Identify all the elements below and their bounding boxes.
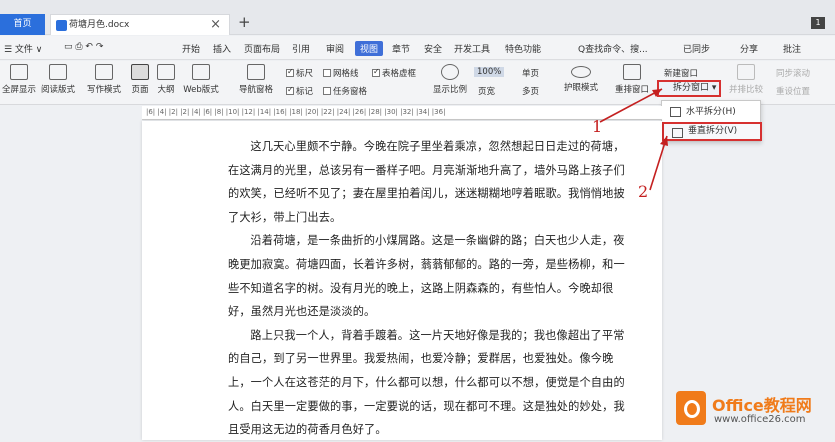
page-view-button[interactable]: 页面 — [128, 61, 152, 95]
brand-url: www.office26.com — [714, 414, 806, 425]
office26-logo: Office教程网 www.office26.com — [672, 387, 835, 437]
checkbox-icon — [323, 69, 331, 77]
horizontal-split-icon — [670, 107, 681, 117]
paragraph: 这几天心里颇不宁静。今晚在院子里坐着乘凉，忽然想起日日走过的荷塘，在这满月的光里… — [228, 140, 625, 224]
rearrange-icon — [623, 64, 641, 80]
share-button[interactable]: 分享 — [740, 42, 758, 55]
reading-layout-button[interactable]: 阅读版式 — [36, 61, 80, 95]
document-body[interactable]: 这几天心里颇不宁静。今晚在院子里坐着乘凉，忽然想起日日走过的荷塘，在这满月的光里… — [228, 135, 628, 442]
menu-file[interactable]: ☰ 文件 ∨ — [4, 42, 42, 55]
menu-review[interactable]: 审阅 — [326, 42, 344, 55]
menu-start[interactable]: 开始 — [182, 42, 200, 55]
comment-button[interactable]: 批注 — [783, 42, 801, 55]
split-window-button[interactable]: 拆分窗口 ▾ — [657, 80, 721, 97]
horizontal-split-option[interactable]: 水平拆分(H) — [662, 103, 762, 122]
gridline-checkbox[interactable]: 网格线 — [323, 67, 359, 79]
paragraph: 路上只我一个人，背着手踱着。这一片天地好像是我的；我也像超出了平常的自己，到了另… — [228, 328, 625, 437]
multi-page-button[interactable]: 多页 — [522, 85, 539, 97]
annotation-label-2: 2 — [638, 182, 649, 201]
writing-mode-button[interactable]: 写作模式 — [82, 61, 126, 95]
reset-position-button[interactable]: 重设位置 — [776, 85, 810, 97]
brand-name: Office教程网 — [712, 396, 812, 415]
menu-chapter[interactable]: 章节 — [392, 42, 410, 55]
book-icon — [49, 64, 67, 80]
checkbox-icon — [286, 67, 294, 77]
pen-icon — [95, 64, 113, 80]
web-layout-button[interactable]: Web版式 — [180, 61, 222, 95]
new-window-button[interactable]: 新建窗口 — [664, 67, 698, 79]
paragraph: 沿着荷塘，是一条曲折的小煤屑路。这是一条幽僻的路；白天也少人走，夜晚更加寂寞。荷… — [228, 234, 625, 319]
zoom-button[interactable]: 显示比例 — [430, 61, 470, 95]
menu-insert[interactable]: 插入 — [213, 42, 231, 55]
checkbox-icon — [323, 87, 331, 95]
task-pane-checkbox[interactable]: 任务窗格 — [323, 85, 367, 97]
page-icon — [131, 64, 149, 80]
tab-document[interactable]: 荷塘月色.docx × — [50, 14, 230, 35]
sync-scroll-button[interactable]: 同步滚动 — [776, 67, 810, 79]
rearrange-window-button[interactable]: 重排窗口 — [612, 61, 652, 95]
magnifier-icon — [441, 64, 459, 80]
menu-bar: ☰ 文件 ∨ ▭ ⎙ ↶ ↷ 开始 插入 页面布局 引用 审阅 视图 章节 安全… — [0, 36, 835, 60]
table-lines-checkbox[interactable]: 表格虚框 — [372, 67, 416, 79]
vertical-split-icon — [672, 128, 683, 138]
fullscreen-icon — [10, 64, 28, 80]
eye-mode-button[interactable]: 护眼模式 — [561, 61, 601, 93]
close-icon[interactable]: × — [210, 15, 221, 35]
split-window-dropdown: 水平拆分(H) 垂直拆分(V) — [661, 100, 762, 142]
sync-status[interactable]: 已同步 — [683, 42, 710, 55]
checkbox-icon — [286, 85, 294, 95]
menu-reference[interactable]: 引用 — [292, 42, 310, 55]
menu-view[interactable]: 视图 — [355, 41, 384, 56]
quick-access-icons[interactable]: ▭ ⎙ ↶ ↷ — [64, 42, 103, 52]
menu-features[interactable]: 特色功能 — [505, 42, 541, 55]
menu-developer[interactable]: 开发工具 — [454, 42, 490, 55]
eye-icon — [571, 66, 591, 78]
annotation-label-1: 1 — [592, 117, 603, 136]
compare-icon — [737, 64, 755, 80]
ruler-checkbox[interactable]: 标尺 — [286, 67, 313, 79]
web-icon — [192, 64, 210, 80]
outline-view-button[interactable]: 大纲 — [154, 61, 178, 95]
side-by-side-button[interactable]: 并排比较 — [728, 61, 764, 95]
ruler-ticks: |6| |4| |2| |2| |4| |6| |8| |10| |12| |1… — [146, 108, 446, 116]
zoom-value[interactable]: 100% — [474, 67, 505, 77]
new-tab-button[interactable]: + — [238, 13, 251, 31]
page-width-button[interactable]: 页宽 — [478, 85, 495, 97]
outline-icon — [157, 64, 175, 80]
menu-security[interactable]: 安全 — [424, 42, 442, 55]
tab-document-label: 荷塘月色.docx — [69, 20, 130, 30]
tab-bar: 首页 荷塘月色.docx × + 1 — [0, 0, 835, 35]
office-logo-icon — [676, 391, 706, 425]
checkbox-icon — [372, 67, 380, 77]
fullscreen-button[interactable]: 全屏显示 — [2, 61, 36, 95]
nav-pane-icon — [247, 64, 265, 80]
single-page-button[interactable]: 单页 — [522, 67, 539, 79]
search-command[interactable]: Q查找命令、搜... — [578, 42, 648, 55]
mark-checkbox[interactable]: 标记 — [286, 85, 313, 97]
document-page[interactable]: 这几天心里颇不宁静。今晚在院子里坐着乘凉，忽然想起日日走过的荷塘，在这满月的光里… — [142, 121, 662, 440]
horizontal-ruler[interactable]: |6| |4| |2| |2| |4| |6| |8| |10| |12| |1… — [142, 106, 662, 120]
menu-page-layout[interactable]: 页面布局 — [244, 42, 280, 55]
nav-pane-button[interactable]: 导航窗格 — [232, 61, 280, 95]
tab-home[interactable]: 首页 — [0, 14, 45, 35]
word-doc-icon — [56, 20, 67, 31]
window-count-badge[interactable]: 1 — [811, 17, 825, 29]
vertical-split-option[interactable]: 垂直拆分(V) — [662, 122, 762, 141]
